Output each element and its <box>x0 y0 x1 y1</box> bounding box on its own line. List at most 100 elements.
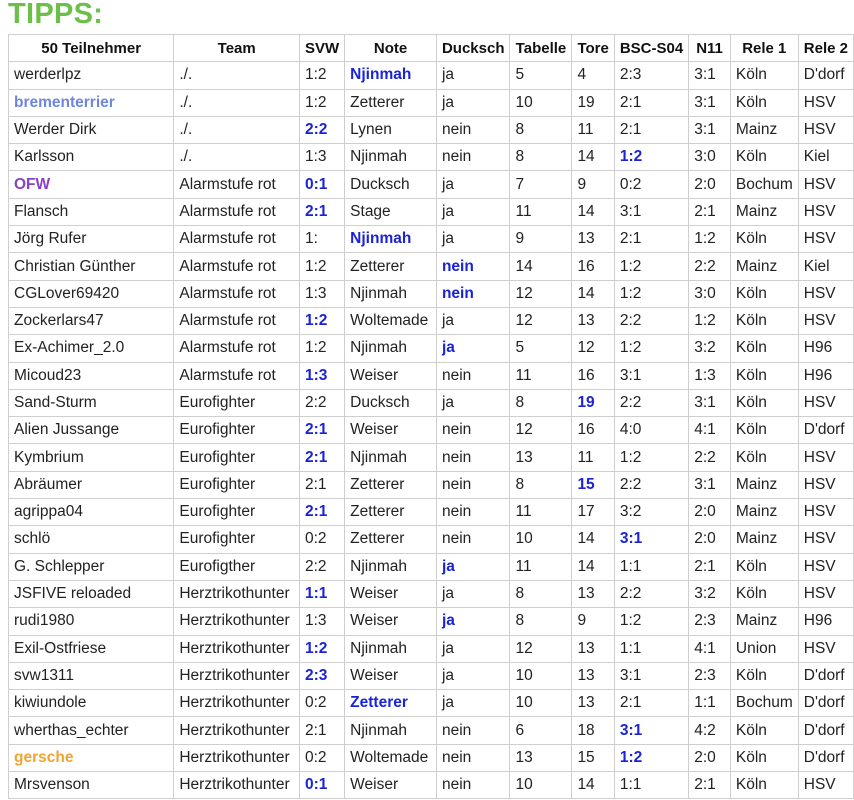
table-row: Flansch Alarmstufe rot 2:1 Stage ja 11 14 3:1 2:… <box>7 197 854 227</box>
cell-svw: 1:2 <box>298 252 346 281</box>
table-row: Sand-Sturm Eurofighter 2:2 Ducksch ja 8 19 2:2 3… <box>7 388 854 418</box>
cell-n11: 2:0 <box>688 498 731 527</box>
cell-rele-1: Mainz <box>729 252 799 281</box>
cell-rele-1: Köln <box>729 361 799 390</box>
cell-rele-1: Mainz <box>729 525 799 554</box>
cell-bsc-s04: 2:2 <box>613 579 690 609</box>
cell-note: Stage <box>344 197 437 227</box>
header-svw: SVW <box>298 33 346 63</box>
cell-team: Alarmstufe rot <box>173 170 300 199</box>
cell-note: Woltemade <box>344 743 437 773</box>
cell-tabelle: 13 <box>509 443 573 472</box>
cell-rele-2: D'dorf <box>797 416 854 445</box>
table-row: werderlpz ./. 1:2 Njinmah ja 5 4 2:3 3:1 Köln D'do… <box>7 61 854 90</box>
cell-team: Alarmstufe rot <box>173 197 300 227</box>
cell-tabelle: 8 <box>509 115 573 145</box>
cell-rele-2: Kiel <box>797 252 854 281</box>
cell-rele-2: HSV <box>797 525 854 554</box>
cell-note: Njinmah <box>344 552 437 581</box>
cell-tabelle: 14 <box>509 252 573 281</box>
cell-svw: 0:2 <box>298 743 346 773</box>
cell-rele-1: Köln <box>729 416 799 445</box>
cell-note: Lynen <box>344 115 437 145</box>
cell-rele-1: Bochum <box>729 689 799 718</box>
cell-note: Zetterer <box>344 525 437 554</box>
cell-participant: G. Schlepper <box>7 552 175 581</box>
cell-rele-2: D'dorf <box>797 716 854 745</box>
cell-svw: 1:3 <box>298 607 346 636</box>
cell-rele-2: HSV <box>797 552 854 581</box>
cell-ducksch: nein <box>435 361 511 390</box>
header-rele-2: Rele 2 <box>797 33 854 63</box>
cell-participant: Alien Jussange <box>7 416 175 445</box>
cell-bsc-s04: 1:1 <box>613 771 690 800</box>
cell-n11: 3:0 <box>688 279 731 308</box>
cell-rele-2: HSV <box>797 579 854 609</box>
cell-n11: 2:2 <box>688 443 731 472</box>
cell-n11: 3:1 <box>688 88 731 117</box>
cell-n11: 2:2 <box>688 252 731 281</box>
cell-bsc-s04: 1:2 <box>613 334 690 363</box>
header-tabelle: Tabelle <box>509 33 573 63</box>
cell-tabelle: 5 <box>509 334 573 363</box>
table-header-row: 50 Teilnehmer Team SVW Note Ducksch Tabe… <box>7 33 854 63</box>
table-row: schlö Eurofighter 0:2 Zetterer nein 10 14 3:1 2:… <box>7 525 854 554</box>
cell-tabelle: 8 <box>509 607 573 636</box>
cell-team: Eurofighter <box>173 443 300 472</box>
cell-ducksch: ja <box>435 334 511 363</box>
cell-participant: Sand-Sturm <box>7 388 175 418</box>
cell-bsc-s04: 1:2 <box>613 279 690 308</box>
cell-bsc-s04: 0:2 <box>613 170 690 199</box>
cell-ducksch: nein <box>435 498 511 527</box>
cell-svw: 1:2 <box>298 306 346 336</box>
cell-team: Alarmstufe rot <box>173 279 300 308</box>
cell-svw: 1:2 <box>298 61 346 90</box>
table-row: Mrsvenson Herztrikothunter 0:1 Weiser nein 10… <box>7 771 854 800</box>
header-participants: 50 Teilnehmer <box>7 33 175 63</box>
cell-bsc-s04: 2:2 <box>613 388 690 418</box>
cell-tore: 18 <box>571 716 615 745</box>
header-ducksch: Ducksch <box>435 33 511 63</box>
cell-svw: 0:2 <box>298 689 346 718</box>
cell-bsc-s04: 1:2 <box>613 143 690 172</box>
cell-note: Weiser <box>344 361 437 390</box>
cell-svw: 0:1 <box>298 771 346 800</box>
cell-tore: 13 <box>571 689 615 718</box>
cell-tore: 16 <box>571 361 615 390</box>
cell-team: Herztrikothunter <box>173 634 300 663</box>
cell-n11: 2:0 <box>688 525 731 554</box>
cell-ducksch: nein <box>435 470 511 500</box>
cell-svw: 2:1 <box>298 416 346 445</box>
cell-rele-1: Mainz <box>729 197 799 227</box>
cell-rele-2: HSV <box>797 634 854 663</box>
cell-team: Alarmstufe rot <box>173 252 300 281</box>
table-body: werderlpz ./. 1:2 Njinmah ja 5 4 2:3 3:1 Köln D'do… <box>7 61 854 800</box>
cell-svw: 1:1 <box>298 579 346 609</box>
cell-participant: werderlpz <box>7 61 175 90</box>
cell-note: Weiser <box>344 416 437 445</box>
cell-svw: 2:2 <box>298 388 346 418</box>
cell-rele-1: Köln <box>729 743 799 773</box>
table-row: OFW Alarmstufe rot 0:1 Ducksch ja 7 9 0:2 2:0 Boc… <box>7 170 854 199</box>
cell-tabelle: 10 <box>509 661 573 691</box>
cell-note: Njinmah <box>344 279 437 308</box>
cell-n11: 2:3 <box>688 661 731 691</box>
cell-rele-1: Köln <box>729 443 799 472</box>
cell-note: Zetterer <box>344 689 437 718</box>
cell-tabelle: 11 <box>509 552 573 581</box>
cell-team: Herztrikothunter <box>173 607 300 636</box>
cell-team: Eurofighter <box>173 525 300 554</box>
cell-rele-2: H96 <box>797 334 854 363</box>
cell-tabelle: 9 <box>509 225 573 254</box>
cell-bsc-s04: 1:1 <box>613 552 690 581</box>
cell-bsc-s04: 2:1 <box>613 88 690 117</box>
cell-bsc-s04: 2:2 <box>613 470 690 500</box>
cell-n11: 4:2 <box>688 716 731 745</box>
cell-rele-2: HSV <box>797 279 854 308</box>
cell-participant: JSFIVE reloaded <box>7 579 175 609</box>
table-row: agrippa04 Eurofighter 2:1 Zetterer nein 11 17 3… <box>7 498 854 527</box>
cell-rele-2: HSV <box>797 225 854 254</box>
cell-tore: 14 <box>571 552 615 581</box>
cell-rele-1: Bochum <box>729 170 799 199</box>
cell-rele-2: D'dorf <box>797 689 854 718</box>
